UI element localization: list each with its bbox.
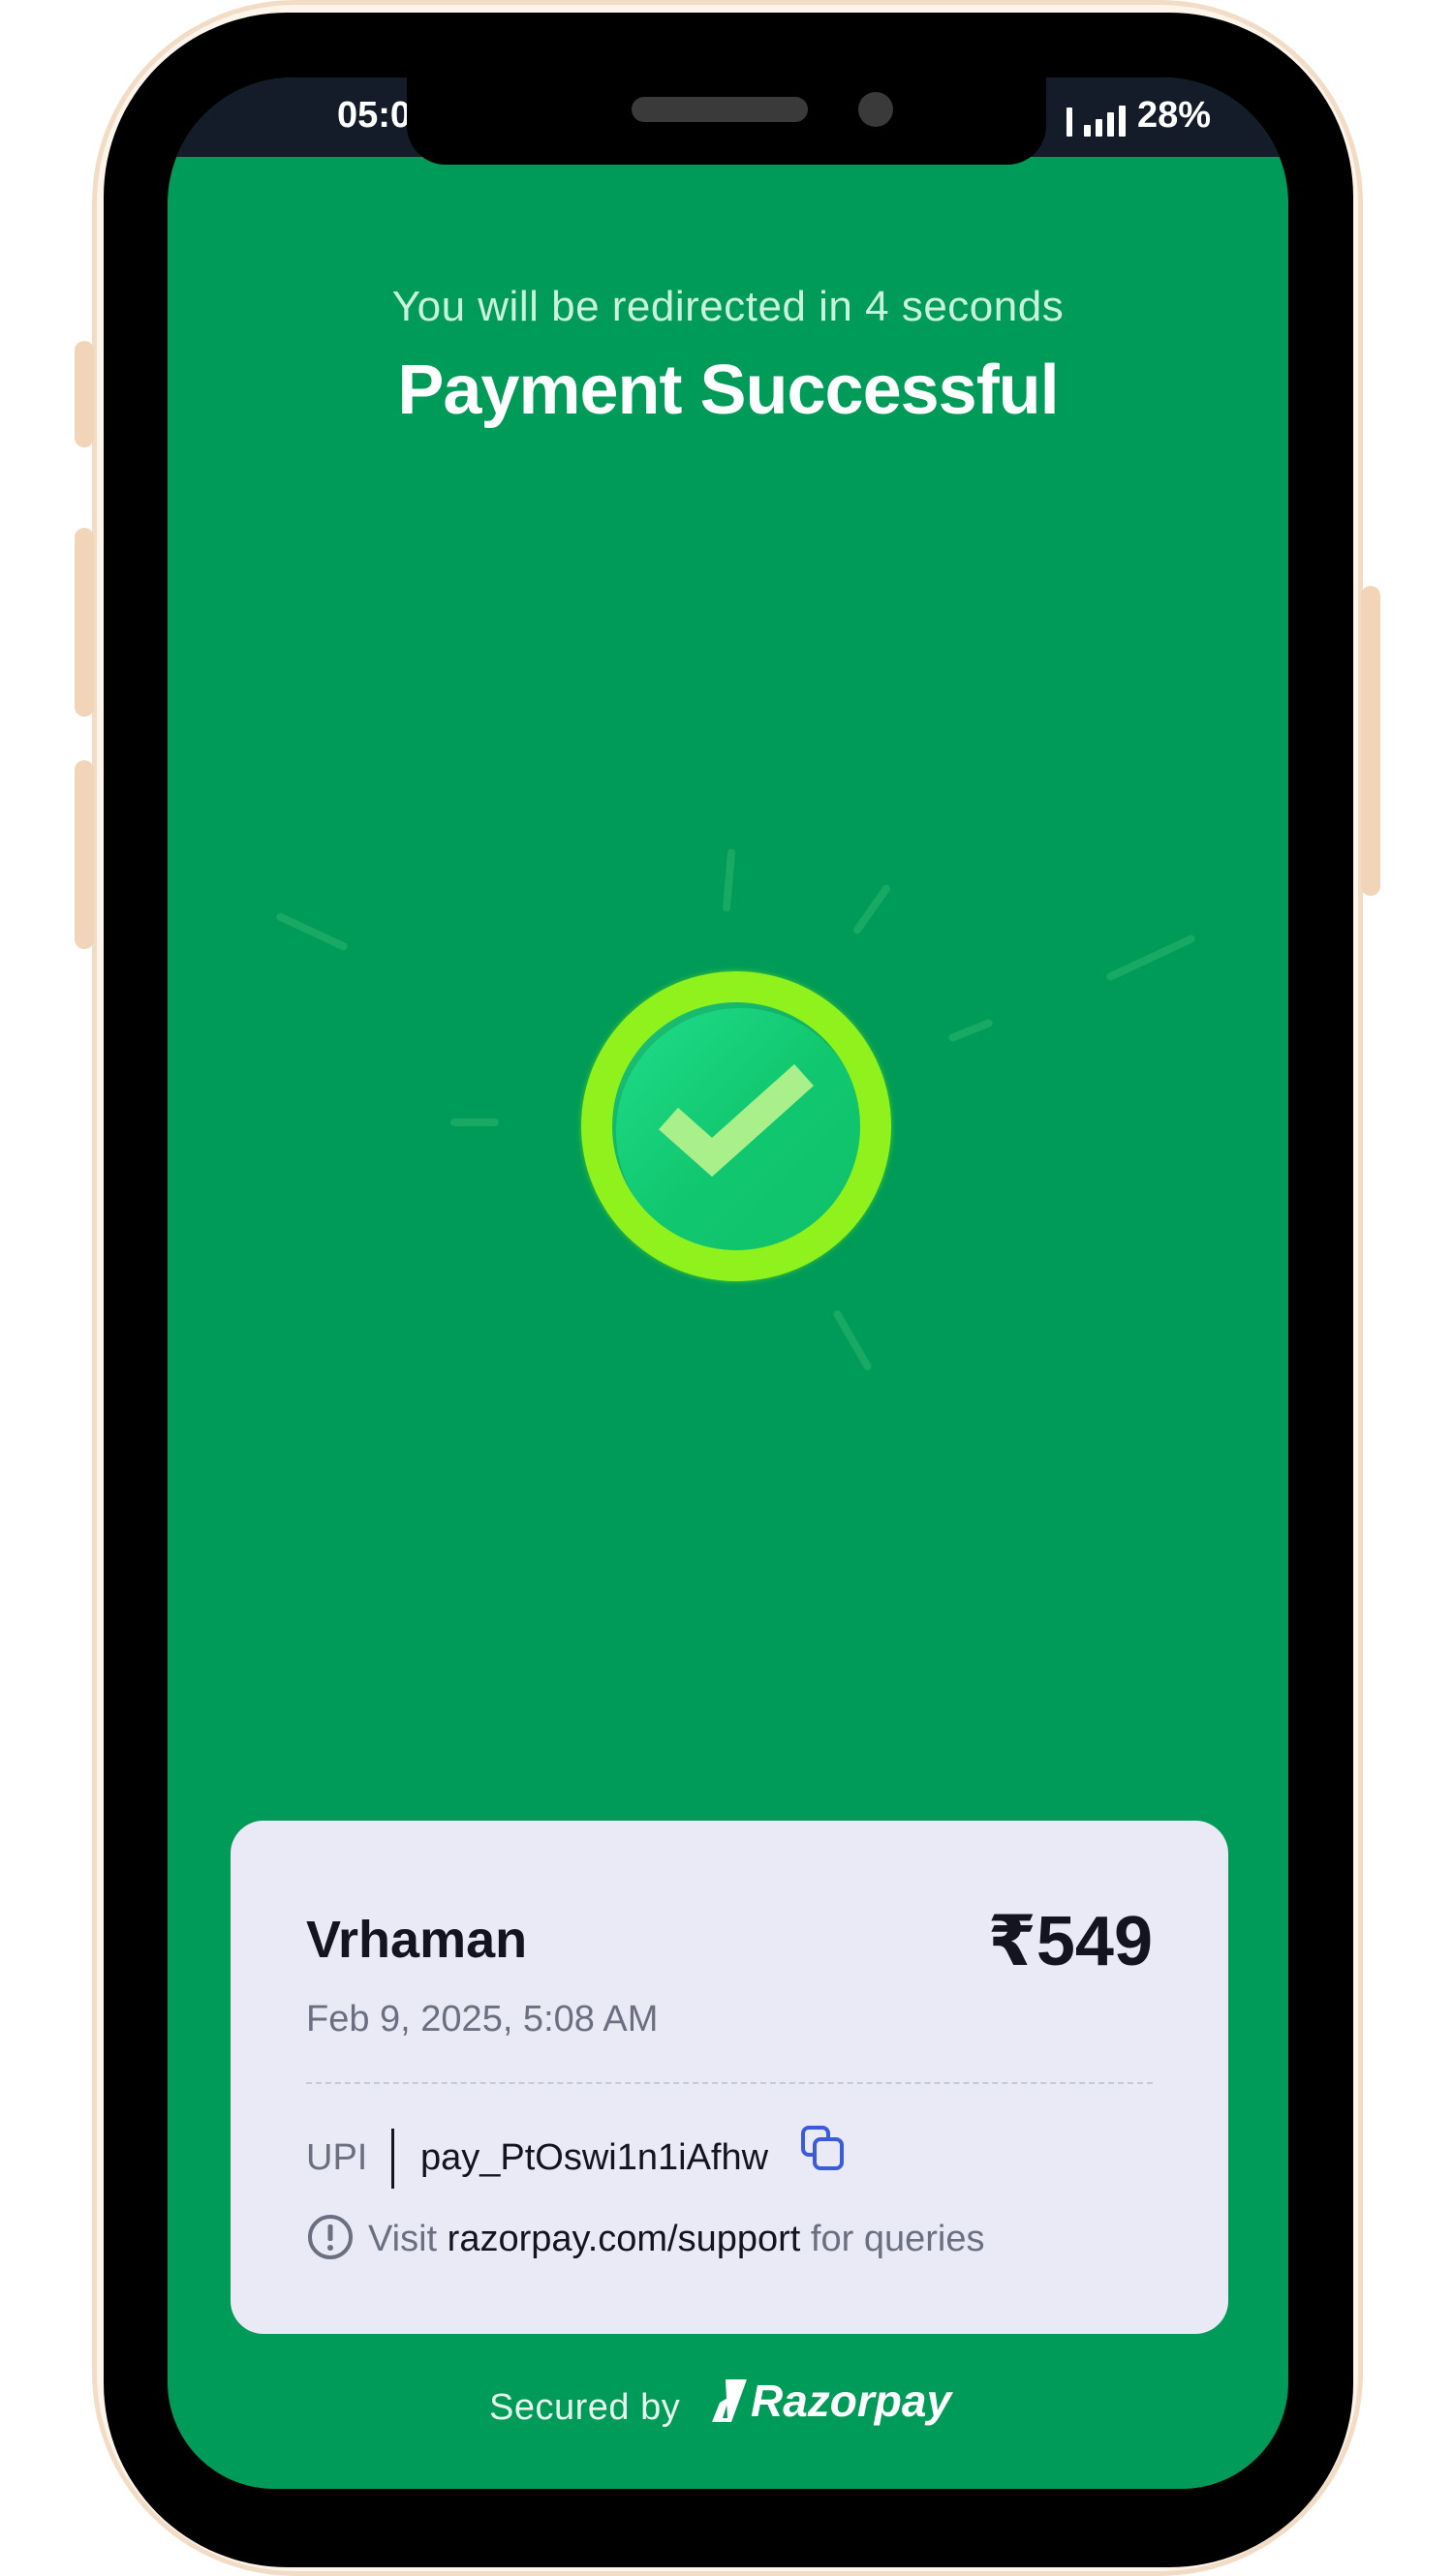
phone-side-button xyxy=(75,528,94,717)
payment-id[interactable]: pay_PtOswi1n1iAfhw xyxy=(420,2137,768,2179)
support-link[interactable]: razorpay.com/support xyxy=(448,2219,801,2259)
speaker-icon xyxy=(632,97,808,122)
info-icon xyxy=(306,2213,355,2266)
payment-datetime: Feb 9, 2025, 5:08 AM xyxy=(306,1999,659,2039)
phone-side-button xyxy=(75,341,94,447)
battery-percent: 28% xyxy=(1136,95,1211,136)
razorpay-mark-icon xyxy=(712,2379,747,2422)
success-badge xyxy=(581,971,891,1281)
separator xyxy=(391,2129,394,2189)
signal-strength-icon xyxy=(1083,106,1126,137)
phone-side-button xyxy=(1361,586,1380,896)
status-time: 05:0 xyxy=(337,95,412,136)
receipt-card: Vrhaman ₹549 Feb 9, 2025, 5:08 AM UPI pa… xyxy=(231,1821,1228,2334)
merchant-name: Vrhaman xyxy=(306,1911,528,1969)
redirect-message: You will be redirected in 4 seconds xyxy=(391,283,1065,330)
status-right: 28% xyxy=(1066,95,1211,137)
checkmark-icon xyxy=(659,1063,814,1177)
payment-method: UPI xyxy=(306,2137,368,2178)
signal-icon xyxy=(1066,106,1072,137)
razorpay-logo: Razorpay xyxy=(712,2375,951,2427)
success-badge-inner xyxy=(612,1002,860,1250)
divider xyxy=(306,2082,1153,2084)
support-message: Visit razorpay.com/support for queries xyxy=(368,2219,984,2260)
support-prefix: Visit xyxy=(368,2219,438,2259)
payment-amount: ₹549 xyxy=(987,1903,1153,1980)
page-title: Payment Successful xyxy=(397,352,1059,429)
secured-by-label: Secured by xyxy=(489,2387,681,2428)
razorpay-wordmark: Razorpay xyxy=(751,2376,952,2426)
copy-icon[interactable] xyxy=(797,2124,848,2179)
camera-icon xyxy=(858,92,893,127)
burst-ray xyxy=(450,1119,499,1126)
phone-side-button xyxy=(75,760,94,949)
support-suffix: for queries xyxy=(810,2219,985,2259)
